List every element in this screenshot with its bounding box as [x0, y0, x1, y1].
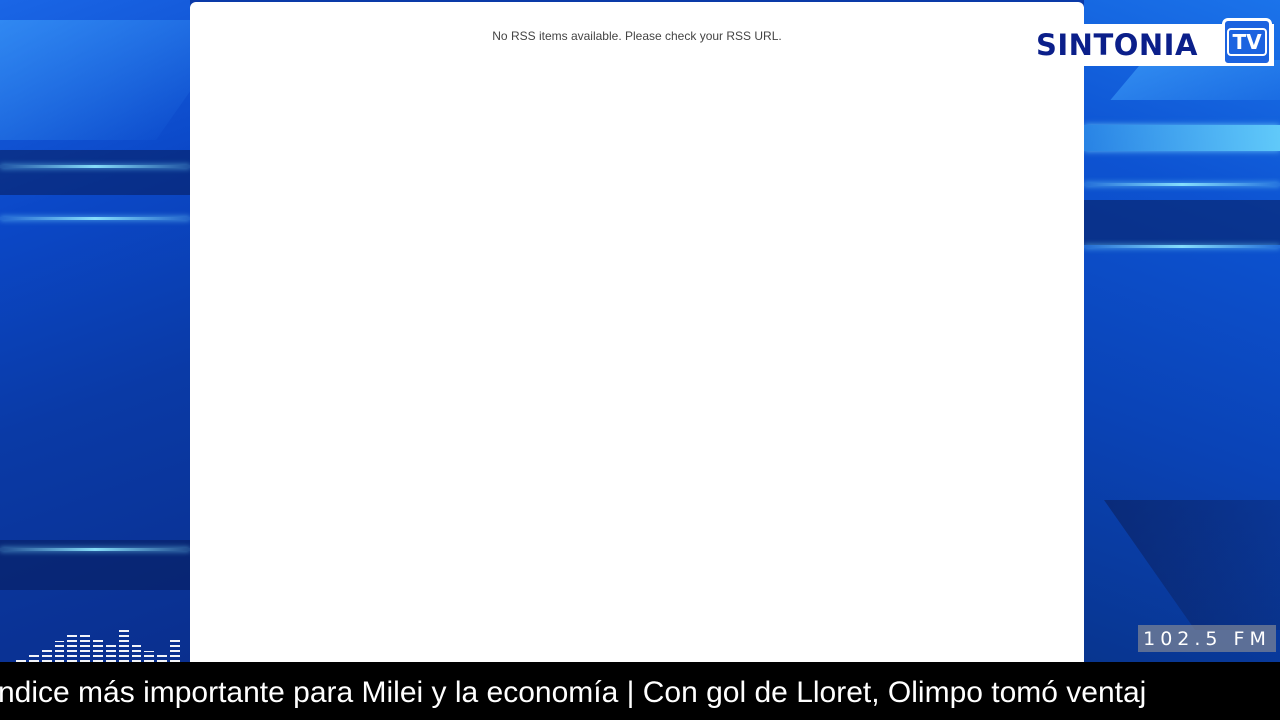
tv-icon: TV [1222, 18, 1272, 66]
equalizer-bar [170, 639, 180, 662]
right-light-stripe [1084, 245, 1280, 248]
news-ticker: ndice más importante para Milei y la eco… [0, 662, 1280, 720]
right-dark-band [1084, 200, 1280, 245]
equalizer-bar [131, 645, 142, 662]
ticker-text: ndice más importante para Milei y la eco… [0, 676, 1147, 709]
left-light-stripe [0, 165, 190, 168]
equalizer-bar [80, 635, 91, 662]
equalizer-bar [41, 647, 52, 662]
equalizer-bar [118, 628, 129, 662]
station-logo: SINTONIA TV [1030, 18, 1274, 66]
rss-empty-message: No RSS items available. Please check you… [492, 29, 782, 43]
logo-tv-label: TV [1227, 28, 1267, 56]
left-light-panel [0, 20, 190, 140]
equalizer-bar [157, 654, 168, 662]
equalizer-bar [105, 643, 116, 662]
broadcast-screen: No RSS items available. Please check you… [0, 0, 1280, 720]
frequency-badge: 102.5 FM [1138, 625, 1276, 652]
equalizer-bar [93, 637, 103, 662]
left-dark-band [0, 150, 190, 195]
right-dark-panel [1104, 500, 1280, 630]
equalizer-bar [28, 654, 39, 662]
rss-panel: No RSS items available. Please check you… [190, 2, 1084, 662]
equalizer-graphic [16, 620, 180, 662]
right-light-panel [1110, 60, 1280, 100]
left-light-stripe [0, 217, 190, 220]
logo-name: SINTONIA [1036, 28, 1198, 62]
right-light-stripe [1084, 183, 1280, 186]
equalizer-bar [144, 651, 155, 662]
right-background [1084, 0, 1280, 662]
left-light-stripe [0, 548, 190, 551]
equalizer-bar [67, 635, 78, 662]
left-background [0, 0, 190, 662]
right-light-band [1084, 125, 1280, 151]
equalizer-bar [54, 641, 65, 662]
